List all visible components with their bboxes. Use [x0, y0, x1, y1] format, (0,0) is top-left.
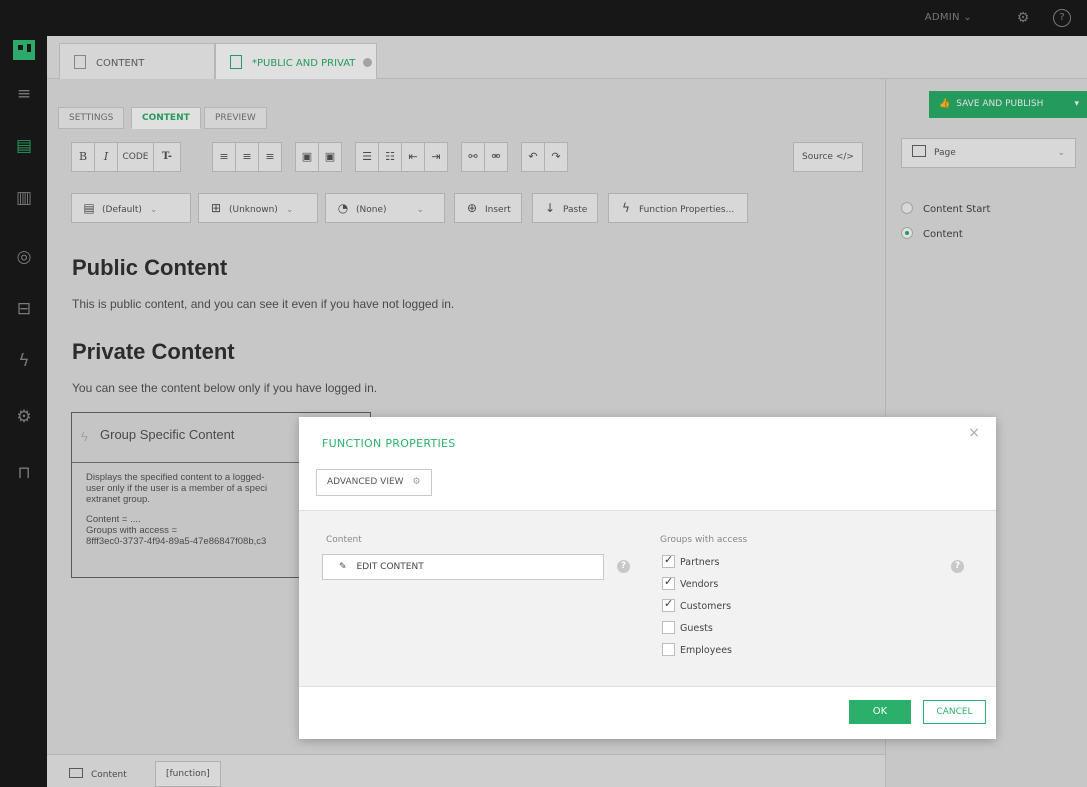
checkbox-label: Vendors	[680, 579, 719, 590]
cancel-button[interactable]: CANCEL	[923, 700, 986, 724]
advanced-view-button[interactable]: ADVANCED VIEW ⚙	[316, 469, 432, 496]
help-icon[interactable]: ?	[617, 560, 630, 573]
edit-content-button[interactable]: ✎ EDIT CONTENT	[322, 554, 604, 580]
gears-icon: ⚙	[412, 477, 421, 487]
edit-content-label: EDIT CONTENT	[356, 562, 424, 572]
dialog-title: FUNCTION PROPERTIES	[322, 437, 456, 450]
checkbox-label: Employees	[680, 645, 732, 656]
checkbox-checked-icon	[662, 575, 675, 590]
checkbox-vendors[interactable]: Vendors	[662, 575, 719, 593]
help-icon[interactable]: ?	[951, 560, 964, 573]
checkbox-label: Partners	[680, 557, 720, 568]
checkbox-checked-icon	[662, 597, 675, 612]
checkbox-icon	[662, 621, 675, 634]
dialog-body: Content ✎ EDIT CONTENT ? Groups with acce…	[299, 510, 996, 687]
groups-label: Groups with access	[660, 535, 748, 545]
checkbox-customers[interactable]: Customers	[662, 597, 732, 615]
ok-button[interactable]: OK	[849, 700, 911, 724]
content-label: Content	[326, 535, 362, 545]
close-icon[interactable]: ×	[968, 425, 980, 441]
function-properties-dialog: FUNCTION PROPERTIES × ADVANCED VIEW ⚙ Co…	[299, 417, 996, 739]
checkbox-partners[interactable]: Partners	[662, 553, 720, 571]
checkbox-guests[interactable]: Guests	[662, 621, 713, 637]
pencil-icon: ✎	[339, 562, 347, 572]
checkbox-employees[interactable]: Employees	[662, 643, 732, 659]
checkbox-icon	[662, 643, 675, 656]
checkbox-label: Guests	[680, 623, 713, 634]
checkbox-checked-icon	[662, 553, 675, 568]
checkbox-label: Customers	[680, 601, 732, 612]
advanced-view-label: ADVANCED VIEW	[327, 477, 404, 487]
